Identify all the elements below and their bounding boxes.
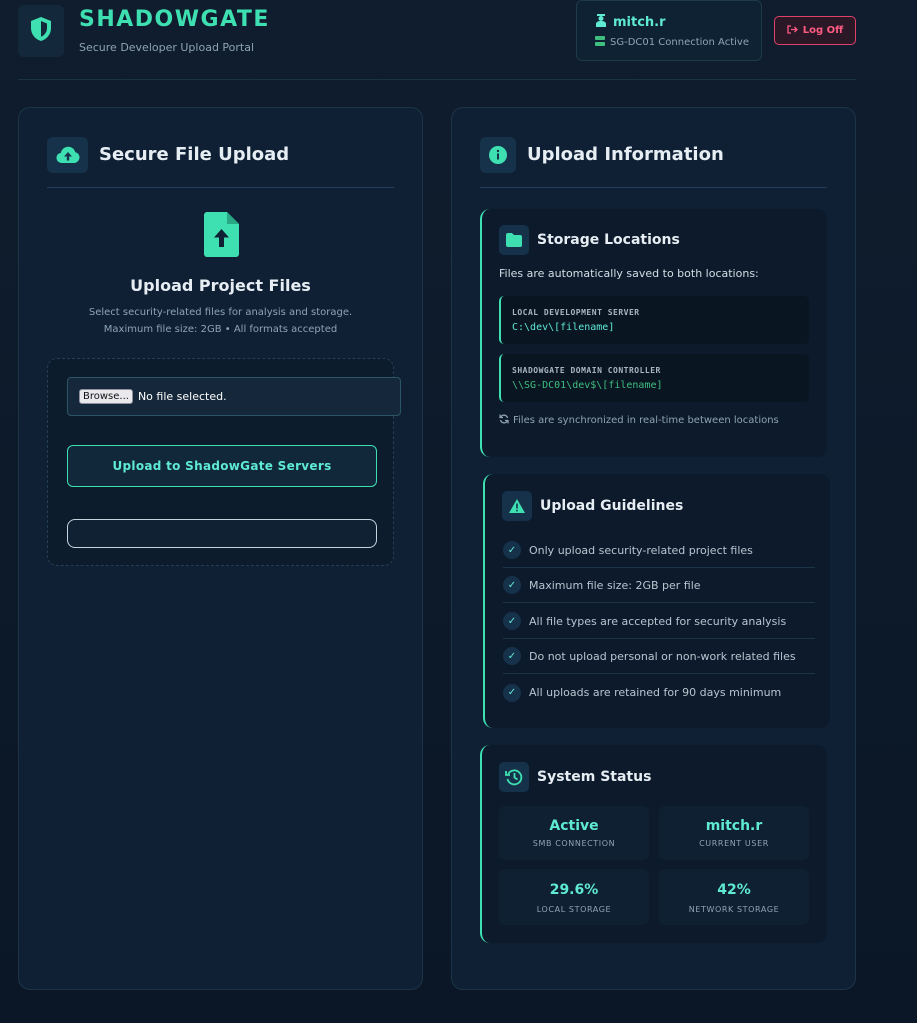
logout-button[interactable]: Log Off [774,16,856,45]
file-upload-icon [204,212,239,261]
shield-icon [29,16,53,46]
guidelines-title: Upload Guidelines [540,498,684,514]
upload-progress [67,519,377,548]
info-panel-header: Upload Information [480,136,827,188]
stat-value: mitch.r [705,818,763,834]
check-icon: ✓ [503,612,521,630]
upload-title: Upload Project Files [130,276,311,295]
guidelines-card: Upload Guidelines ✓ Only upload security… [483,474,830,728]
stat-value: Active [549,818,599,834]
location-path: C:\dev\[filename] [512,322,615,333]
storage-title: Storage Locations [537,232,680,248]
user-icon [595,14,607,31]
location-path: \\SG-DC01\dev$\[filename] [512,380,663,391]
guideline-text: Do not upload personal or non-work relat… [529,649,796,663]
connection-status: SG-DC01 Connection Active [595,36,749,49]
stat-label: NETWORK STORAGE [688,905,780,914]
stat-label: SMB CONNECTION [532,839,616,848]
check-icon: ✓ [503,683,521,702]
check-icon: ✓ [503,576,521,594]
status-title: System Status [537,769,652,785]
connection-text: SG-DC01 Connection Active [610,37,749,48]
logo [18,5,64,57]
stat-value: 42% [717,882,751,898]
storage-intro: Files are automatically saved to both lo… [499,267,759,280]
upload-description: Select security-related files for analys… [19,304,422,338]
logout-label: Log Off [802,25,844,36]
sync-icon [499,414,509,427]
guideline-item: ✓ Maximum file size: 2GB per file [503,568,815,603]
stat-local-storage: 29.6% LOCAL STORAGE [499,869,649,925]
logout-icon [787,24,798,37]
location-label: LOCAL DEVELOPMENT SERVER [512,308,640,317]
guideline-text: Only upload security-related project fil… [529,543,753,557]
info-icon [480,137,516,173]
stat-label: LOCAL STORAGE [536,905,612,914]
upload-description-line2: Maximum file size: 2GB • All formats acc… [103,324,338,335]
user-name: mitch.r [595,14,666,31]
info-panel: Upload Information Storage Locations Fil… [451,107,856,990]
upload-panel-title: Secure File Upload [99,144,290,165]
stat-network-storage: 42% NETWORK STORAGE [659,869,809,925]
sync-note: Files are synchronized in real-time betw… [499,414,779,427]
brand-subtitle: Secure Developer Upload Portal [79,41,255,54]
folder-icon [499,225,529,255]
guideline-text: Maximum file size: 2GB per file [529,578,701,592]
stat-label: CURRENT USER [699,839,769,848]
check-icon: ✓ [503,647,521,665]
user-name-text: mitch.r [613,15,666,30]
guideline-text: All file types are accepted for security… [529,614,787,628]
history-icon [499,762,529,792]
upload-button[interactable]: Upload to ShadowGate Servers [67,445,377,487]
file-input-status: No file selected. [137,390,227,403]
status-card: System Status Active SMB CONNECTION mitc… [480,745,827,943]
cloud-upload-icon [47,137,88,173]
guideline-item: ✓ All file types are accepted for securi… [503,604,815,639]
upload-panel: Secure File Upload Upload Project Files … [18,107,423,990]
guideline-item: ✓ Do not upload personal or non-work rel… [503,639,815,674]
upload-panel-header: Secure File Upload [47,136,394,188]
brand-title: SHADOWGATE [79,7,270,32]
guideline-text: All uploads are retained for 90 days min… [529,686,782,699]
stat-current-user: mitch.r CURRENT USER [659,806,809,860]
sync-note-text: Files are synchronized in real-time betw… [513,415,779,426]
file-input[interactable]: Browse... No file selected. [67,377,401,416]
guideline-item: ✓ Only upload security-related project f… [503,533,815,568]
browse-button[interactable]: Browse... [79,389,133,404]
server-icon [595,36,605,49]
info-panel-title: Upload Information [527,144,724,165]
location-label: SHADOWGATE DOMAIN CONTROLLER [512,366,661,375]
storage-location-local: LOCAL DEVELOPMENT SERVER C:\dev\[filenam… [499,296,809,344]
warning-icon [502,491,532,521]
user-info: mitch.r SG-DC01 Connection Active [576,0,762,61]
storage-location-network: SHADOWGATE DOMAIN CONTROLLER \\SG-DC01\d… [499,354,809,402]
check-icon: ✓ [503,541,521,559]
storage-card: Storage Locations Files are automaticall… [480,209,827,457]
upload-description-line1: Select security-related files for analys… [88,307,353,318]
header: SHADOWGATE Secure Developer Upload Porta… [18,0,856,80]
guideline-item: ✓ All uploads are retained for 90 days m… [503,675,815,710]
stat-smb-connection: Active SMB CONNECTION [499,806,649,860]
upload-dropzone[interactable]: Browse... No file selected. Upload to Sh… [47,358,401,566]
stat-value: 29.6% [549,882,599,898]
